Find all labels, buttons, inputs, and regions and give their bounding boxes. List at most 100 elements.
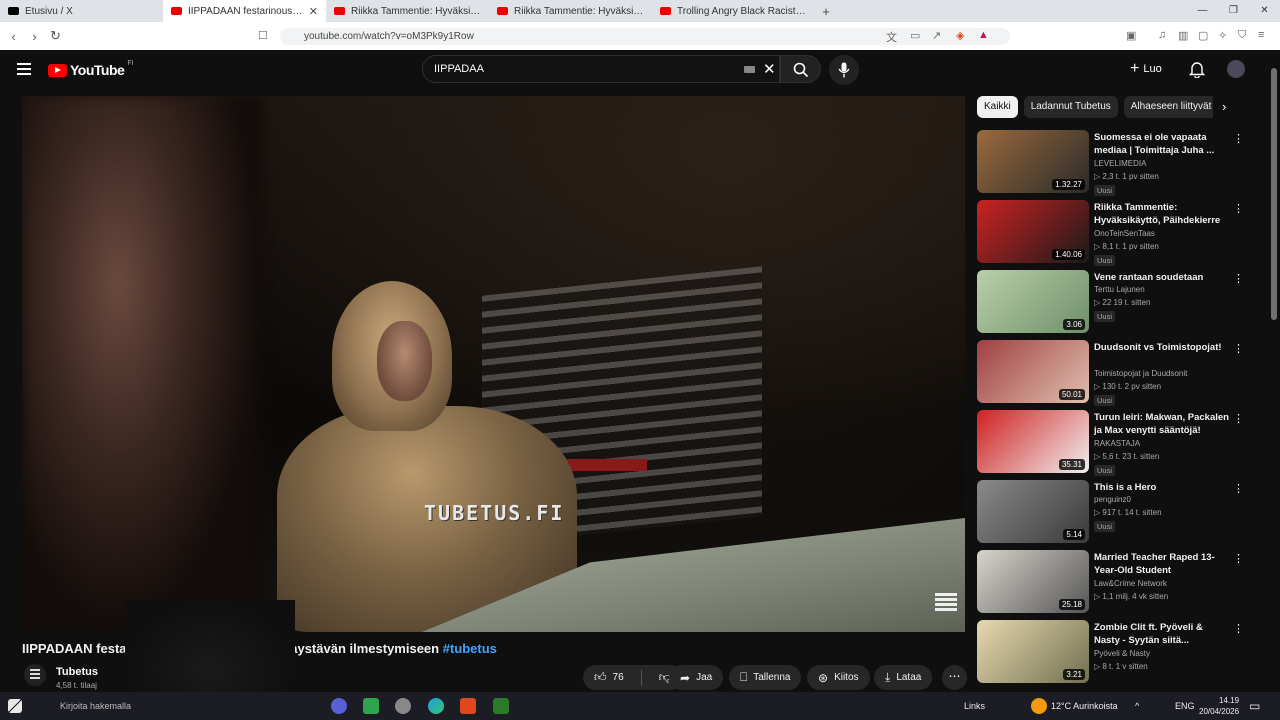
recommendation-item[interactable]: 3.21 Zombie Clit ft. Pyöveli & Nasty - Sy…: [977, 620, 1257, 690]
download-button[interactable]: ⤓ Lataa: [874, 665, 933, 690]
more-options-icon[interactable]: ⋮: [1233, 552, 1244, 565]
more-options-icon[interactable]: ⋮: [1233, 132, 1244, 145]
recommendation-item[interactable]: 35.31 Turun leiri: Makwan, Packalen ja Ma…: [977, 410, 1257, 480]
video-thumbnail[interactable]: 50.01: [977, 340, 1089, 403]
cast-icon[interactable]: ▭: [910, 29, 920, 42]
youtube-logo[interactable]: YouTube FI: [48, 60, 134, 78]
more-options-icon[interactable]: ⋮: [1233, 622, 1244, 635]
browser-tab[interactable]: Riikka Tammentie: Hyväksikäyttö, Pä...: [326, 0, 489, 22]
recommendation-item[interactable]: 3.06 Vene rantaan soudetaan Terttu Lajunen…: [977, 270, 1257, 340]
chip-related[interactable]: Alhaeseen liittyvät: [1123, 96, 1213, 118]
edge-icon[interactable]: [428, 698, 444, 714]
media-player-icon[interactable]: [493, 698, 509, 714]
bookmark-icon[interactable]: ☐: [258, 29, 268, 42]
more-options-icon[interactable]: ⋮: [1233, 272, 1244, 285]
recommendation-title[interactable]: Vene rantaan soudetaan: [1094, 271, 1229, 284]
chevron-right-icon[interactable]: ›: [1222, 99, 1226, 114]
recommendation-channel[interactable]: Pyöveli & Nasty: [1094, 649, 1150, 658]
account-avatar[interactable]: [1227, 60, 1245, 78]
new-tab-button[interactable]: +: [815, 4, 837, 19]
more-options-icon[interactable]: ⋮: [1233, 202, 1244, 215]
video-player[interactable]: TUBETUS.FI: [22, 96, 965, 632]
browser-tab-active[interactable]: IIPPADAAN festarinoussu päätti...✕: [163, 0, 326, 22]
more-options-icon[interactable]: ⋮: [1233, 342, 1244, 355]
browser-tab[interactable]: Trolling Angry Black Racists! - YouTu...: [652, 0, 815, 22]
chip-uploaded-by[interactable]: Ladannut Tubetus: [1023, 96, 1118, 118]
clear-search-icon[interactable]: ✕: [763, 60, 776, 78]
tray-chevron-icon[interactable]: ^: [1135, 701, 1139, 711]
recommendation-channel[interactable]: Law&Crime Network: [1094, 579, 1167, 588]
video-thumbnail[interactable]: 1.40.06: [977, 200, 1089, 263]
recommendation-title[interactable]: Duudsonit vs Toimistopojat!: [1094, 341, 1229, 354]
spotify-icon[interactable]: [363, 698, 379, 714]
rewards-icon[interactable]: ▲: [978, 29, 989, 41]
reload-icon[interactable]: ↻: [45, 28, 66, 44]
minimize-button[interactable]: —: [1187, 0, 1218, 22]
video-thumbnail[interactable]: 1.32.27: [977, 130, 1089, 193]
recommendation-channel[interactable]: RAKASTAJA: [1094, 439, 1140, 448]
forward-icon[interactable]: ›: [24, 29, 45, 44]
recommendation-title[interactable]: Riikka Tammentie: Hyväksikäyttö, Päihdek…: [1094, 201, 1229, 227]
recommendation-title[interactable]: Zombie Clit ft. Pyöveli & Nasty - Syytän…: [1094, 621, 1229, 647]
scrollbar-thumb[interactable]: [1271, 68, 1277, 320]
reader-icon[interactable]: ▣: [1126, 29, 1136, 42]
url-field[interactable]: youtube.com/watch?v=oM3Pk9y1Row: [280, 28, 1010, 45]
language-indicator[interactable]: ENG: [1175, 701, 1195, 711]
recommendation-channel[interactable]: OnoTeinSenTaas: [1094, 229, 1155, 238]
clock[interactable]: 14.19 20/04/2026: [1199, 695, 1239, 717]
recommendation-channel[interactable]: LEVELIMEDIA: [1094, 159, 1146, 168]
save-button[interactable]: ⎕ Tallenna: [729, 665, 802, 690]
share-button[interactable]: ➦ Jaa: [669, 665, 724, 690]
recommendation-item[interactable]: 25.18 Married Teacher Raped 13-Year-Old S…: [977, 550, 1257, 620]
sidebar-icon[interactable]: ▥: [1178, 29, 1188, 42]
close-window-button[interactable]: ✕: [1249, 0, 1280, 22]
channel-watermark-icon[interactable]: [935, 593, 957, 613]
channel-name[interactable]: Tubetus: [56, 666, 98, 678]
voice-search-button[interactable]: [829, 55, 859, 85]
video-thumbnail[interactable]: 35.31: [977, 410, 1089, 473]
more-actions-button[interactable]: ⋯: [942, 665, 967, 690]
page-scrollbar[interactable]: [1268, 50, 1280, 692]
recommendation-title[interactable]: This is a Hero: [1094, 481, 1229, 494]
create-button[interactable]: + Luo: [1130, 60, 1162, 78]
channel-avatar[interactable]: [24, 664, 46, 686]
search-input[interactable]: IIPPADAA ✕: [422, 55, 780, 83]
weather-text[interactable]: 12°C Aurinkoista: [1051, 701, 1118, 711]
back-icon[interactable]: ‹: [3, 29, 24, 44]
share-page-icon[interactable]: ↗: [932, 29, 941, 42]
brave-shield-icon[interactable]: ◈: [956, 29, 964, 42]
leo-icon[interactable]: ✧: [1218, 29, 1227, 42]
like-button[interactable]: 👍︎ 76: [583, 665, 635, 690]
discord-icon[interactable]: [331, 698, 347, 714]
recommendation-item[interactable]: 1.40.06 Riikka Tammentie: Hyväksikäyttö, …: [977, 200, 1257, 270]
translate-icon[interactable]: 文: [886, 29, 897, 45]
recommendation-item[interactable]: 5.14 This is a Hero penguinz0 ▷ 917 t. 14 t…: [977, 480, 1257, 550]
recommendation-item[interactable]: 50.01 Duudsonit vs Toimistopojat! Toimisto…: [977, 340, 1257, 410]
chip-all[interactable]: Kaikki: [977, 96, 1018, 118]
browser-tab[interactable]: Riikka Tammentie: Hyväksikäyttö, Pä...: [489, 0, 652, 22]
video-thumbnail[interactable]: 3.06: [977, 270, 1089, 333]
notification-center-icon[interactable]: ▭: [1249, 699, 1260, 713]
hamburger-menu-icon[interactable]: [17, 63, 31, 75]
video-thumbnail[interactable]: 5.14: [977, 480, 1089, 543]
browser-tab[interactable]: Etusivu / X: [0, 0, 163, 22]
recommendation-channel[interactable]: penguinz0: [1094, 495, 1131, 504]
maximize-button[interactable]: ❐: [1218, 0, 1249, 22]
brave-icon[interactable]: [460, 698, 476, 714]
app-icon[interactable]: [395, 698, 411, 714]
hashtag-link[interactable]: #tubetus: [443, 641, 497, 656]
recommendation-channel[interactable]: Terttu Lajunen: [1094, 285, 1145, 294]
wallet-icon[interactable]: ▢: [1198, 29, 1208, 42]
thanks-button[interactable]: ⊛ Kiitos: [807, 665, 870, 690]
recommendation-title[interactable]: Turun leiri: Makwan, Packalen ja Max ven…: [1094, 411, 1229, 437]
notifications-bell-icon[interactable]: [1189, 60, 1205, 78]
menu-icon[interactable]: ≡: [1258, 29, 1264, 41]
taskbar-search[interactable]: Kirjoita hakemalla: [60, 701, 131, 711]
links-toolbar[interactable]: Links: [964, 701, 985, 711]
more-options-icon[interactable]: ⋮: [1233, 482, 1244, 495]
video-thumbnail[interactable]: 3.21: [977, 620, 1089, 683]
close-tab-icon[interactable]: ✕: [309, 5, 318, 18]
recommendation-title[interactable]: Suomessa ei ole vapaata mediaa | Toimitt…: [1094, 131, 1229, 157]
recommendation-title[interactable]: Married Teacher Raped 13-Year-Old Studen…: [1094, 551, 1229, 577]
recommendation-item[interactable]: 1.32.27 Suomessa ei ole vapaata mediaa | …: [977, 130, 1257, 200]
